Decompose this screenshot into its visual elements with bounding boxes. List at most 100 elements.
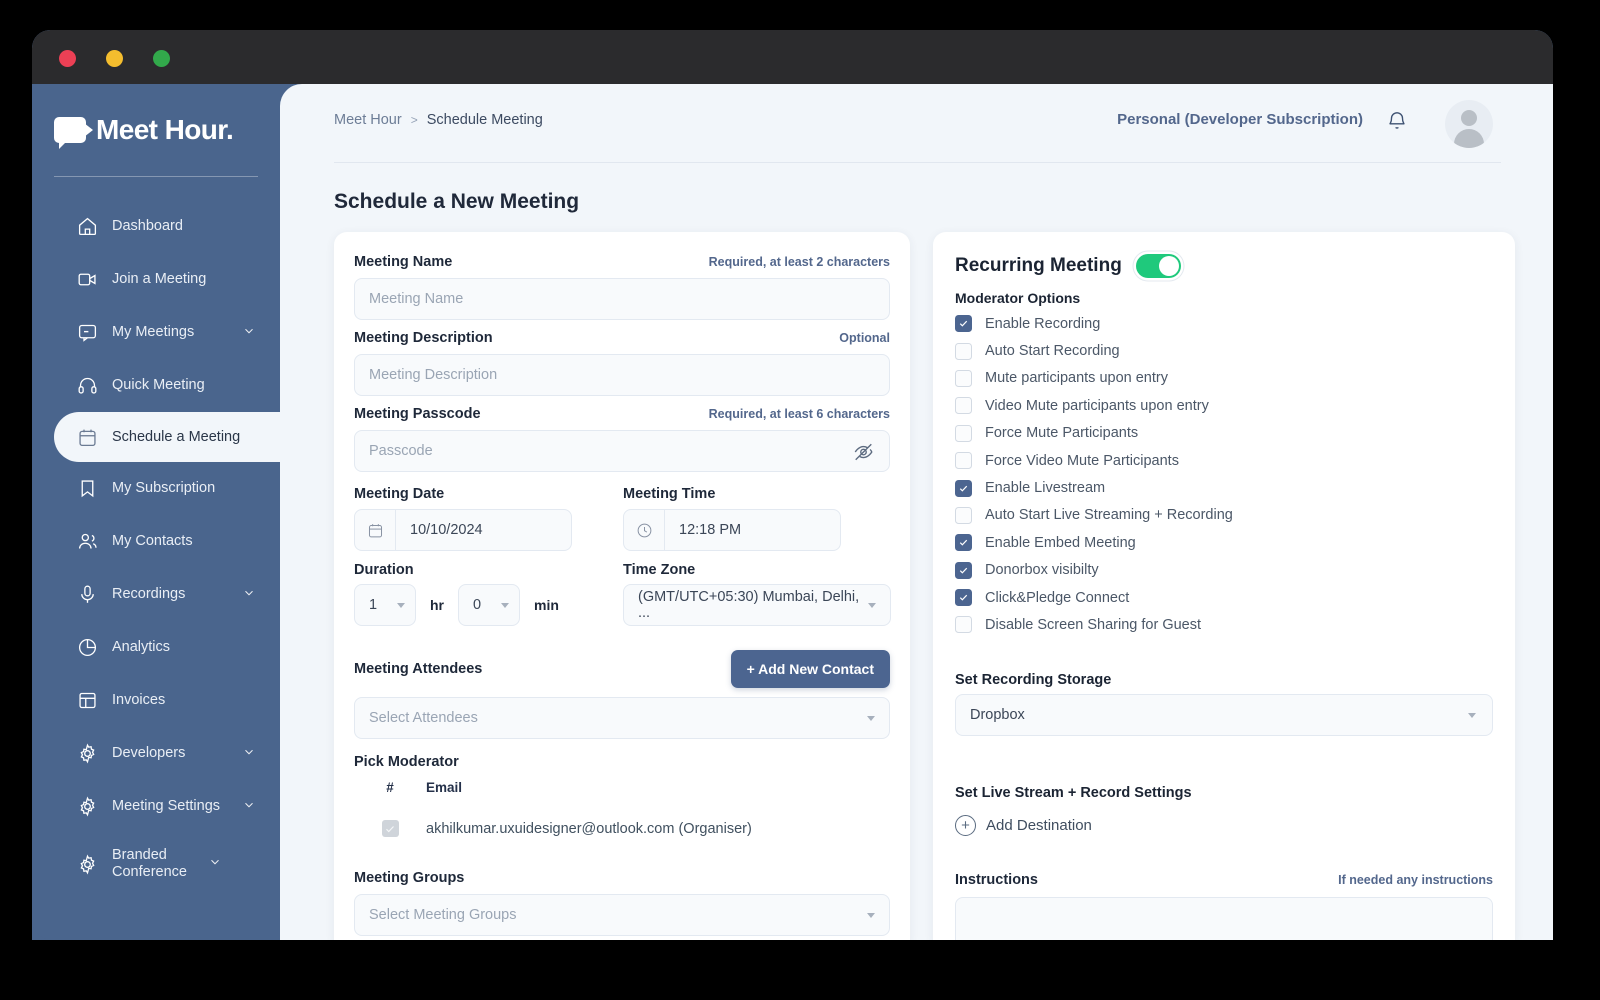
duration-minutes-value: 0 [473, 597, 482, 613]
sidebar-item-my-subscription[interactable]: My Subscription [32, 462, 280, 515]
option-mute-participants-upon-entry[interactable]: Mute participants upon entry [955, 365, 1475, 392]
chevron-down-icon [397, 602, 405, 608]
checkbox[interactable] [955, 561, 972, 579]
option-enable-livestream[interactable]: Enable Livestream [955, 474, 1475, 501]
checkbox[interactable] [955, 397, 972, 415]
sidebar-item-my-contacts[interactable]: My Contacts [32, 515, 280, 568]
live-stream-settings-label: Set Live Stream + Record Settings [955, 785, 1192, 801]
meeting-passcode-input[interactable]: Passcode [354, 430, 890, 472]
meeting-passcode-row: Meeting Passcode Required, at least 6 ch… [354, 406, 890, 422]
checkbox[interactable] [955, 479, 972, 497]
meeting-groups-label: Meeting Groups [354, 870, 465, 886]
instructions-textarea[interactable] [955, 897, 1493, 940]
sidebar-item-label: Schedule a Meeting [112, 428, 241, 445]
checkbox[interactable] [955, 452, 972, 470]
meeting-name-input[interactable]: Meeting Name [354, 278, 890, 320]
sidebar-item-my-meetings[interactable]: My Meetings [32, 306, 280, 359]
option-click-and-pledge-connect[interactable]: Click&Pledge Connect [955, 584, 1475, 611]
option-auto-start-live-streaming-recording[interactable]: Auto Start Live Streaming + Recording [955, 502, 1475, 529]
sidebar-item-label: Recordings [112, 586, 186, 603]
meeting-date-label: Meeting Date [354, 486, 445, 502]
time-zone-select[interactable]: (GMT/UTC+05:30) Mumbai, Delhi, ... [623, 584, 891, 626]
sidebar-item-meeting-settings[interactable]: Meeting Settings [32, 780, 280, 833]
bell-icon[interactable] [1386, 109, 1408, 133]
meeting-description-row: Meeting Description Optional [354, 330, 890, 346]
app-body: Meet Hour. Dashboard Join a Meeting My M… [32, 84, 1553, 940]
sidebar-item-dashboard[interactable]: Dashboard [32, 200, 280, 253]
sidebar-item-quick-meeting[interactable]: Quick Meeting [32, 359, 280, 412]
option-auto-start-recording[interactable]: Auto Start Recording [955, 337, 1475, 364]
checkbox[interactable] [955, 369, 972, 387]
breadcrumb-root[interactable]: Meet Hour [334, 112, 402, 128]
sidebar-item-invoices[interactable]: Invoices [32, 674, 280, 727]
meeting-description-input[interactable]: Meeting Description [354, 354, 890, 396]
meeting-passcode-placeholder: Passcode [369, 443, 433, 459]
attendees-select[interactable]: Select Attendees [354, 697, 890, 739]
subscription-label[interactable]: Personal (Developer Subscription) [1117, 111, 1363, 128]
recording-storage-select[interactable]: Dropbox [955, 694, 1493, 736]
option-donorbox-visibility[interactable]: Donorbox visibilty [955, 557, 1475, 584]
duration-hours-unit: hr [430, 597, 444, 613]
duration-minutes-select[interactable]: 0 [458, 584, 520, 626]
window-close-button[interactable] [59, 50, 76, 67]
add-new-contact-button[interactable]: + Add New Contact [730, 650, 890, 688]
checkbox[interactable] [955, 589, 972, 607]
instructions-row: Instructions If needed any instructions [955, 872, 1493, 888]
checkbox[interactable] [955, 315, 972, 333]
moderator-column-email: Email [426, 780, 463, 795]
option-label: Auto Start Live Streaming + Recording [985, 507, 1233, 524]
eye-off-icon[interactable] [852, 441, 875, 463]
option-label: Disable Screen Sharing for Guest [985, 616, 1201, 633]
headset-icon [76, 375, 98, 397]
option-force-video-mute-participants[interactable]: Force Video Mute Participants [955, 447, 1475, 474]
meeting-date-input[interactable]: 10/10/2024 [354, 509, 572, 551]
option-disable-screen-sharing-for-guest[interactable]: Disable Screen Sharing for Guest [955, 611, 1475, 638]
window-maximize-button[interactable] [153, 50, 170, 67]
instructions-hint: If needed any instructions [1338, 873, 1493, 887]
add-destination-button[interactable]: + Add Destination [955, 815, 1092, 836]
sidebar-item-join-a-meeting[interactable]: Join a Meeting [32, 253, 280, 306]
meeting-groups-select[interactable]: Select Meeting Groups [354, 894, 890, 936]
meeting-description-label: Meeting Description [354, 330, 493, 346]
option-enable-recording[interactable]: Enable Recording [955, 310, 1475, 337]
sidebar-item-developers[interactable]: Developers [32, 727, 280, 780]
clock-icon [624, 510, 665, 550]
sidebar-item-label: Branded Conference [112, 847, 187, 880]
checkbox[interactable] [955, 506, 972, 524]
sidebar-item-recordings[interactable]: Recordings [32, 568, 280, 621]
sidebar-item-label: Analytics [112, 639, 171, 656]
duration-hours-select[interactable]: 1 [354, 584, 416, 626]
add-destination-label: Add Destination [986, 817, 1092, 834]
gear-icon [76, 796, 98, 818]
sidebar-item-label: Meeting Settings [112, 798, 221, 815]
sidebar-item-schedule-a-meeting[interactable]: Schedule a Meeting [54, 412, 302, 462]
avatar[interactable] [1445, 100, 1493, 148]
option-force-mute-participants[interactable]: Force Mute Participants [955, 420, 1475, 447]
home-icon [76, 216, 98, 238]
calendar-icon [76, 426, 98, 448]
brand-logo[interactable]: Meet Hour. [54, 114, 234, 149]
window-titlebar [32, 30, 1553, 84]
meet-hour-logo-icon [54, 117, 93, 149]
chevron-down-icon [242, 324, 258, 342]
option-video-mute-participants-upon-entry[interactable]: Video Mute participants upon entry [955, 392, 1475, 419]
chat-icon [76, 322, 98, 344]
checkbox[interactable] [955, 342, 972, 360]
checkbox[interactable] [955, 424, 972, 442]
gear-icon [76, 743, 98, 765]
window-minimize-button[interactable] [106, 50, 123, 67]
checkbox[interactable] [955, 534, 972, 552]
bookmark-icon [76, 478, 98, 500]
sidebar-item-branded-conference[interactable]: Branded Conference [32, 833, 280, 895]
recurring-meeting-toggle[interactable] [1135, 254, 1181, 278]
table-row: akhilkumar.uxuidesigner@outlook.com (Org… [354, 820, 854, 837]
option-enable-embed-meeting[interactable]: Enable Embed Meeting [955, 529, 1475, 556]
sidebar-item-label: My Contacts [112, 533, 193, 550]
sidebar-item-label: My Meetings [112, 324, 195, 341]
checkbox[interactable] [955, 616, 972, 634]
duration-label: Duration [354, 562, 414, 578]
brand-name: Meet Hour. [96, 114, 234, 145]
meeting-time-input[interactable]: 12:18 PM [623, 509, 841, 551]
recurring-meeting-label: Recurring Meeting [955, 255, 1122, 276]
sidebar-item-analytics[interactable]: Analytics [32, 621, 280, 674]
